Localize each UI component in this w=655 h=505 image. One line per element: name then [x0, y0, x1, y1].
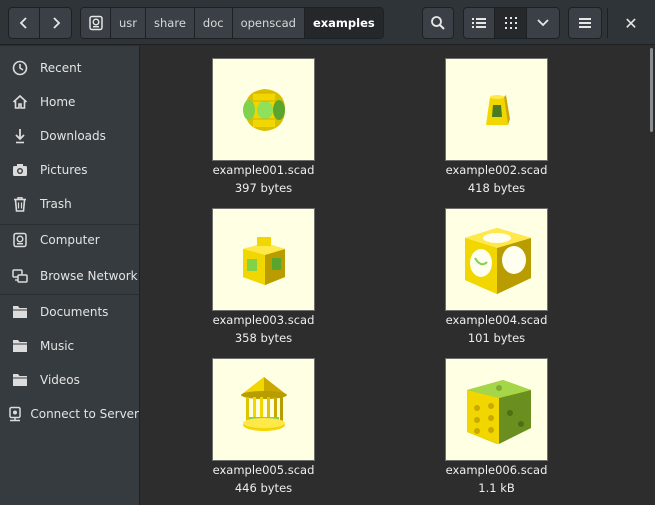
sidebar-item-documents[interactable]: Documents: [0, 298, 139, 326]
file-size: 358 bytes: [234, 331, 293, 345]
sidebar-item-label: Downloads: [40, 129, 106, 143]
file-item[interactable]: example006.scad 1.1 kB: [415, 346, 565, 495]
sidebar-item-music[interactable]: Music: [0, 332, 139, 360]
file-name: example001.scad: [212, 163, 315, 177]
folder-icon: [13, 340, 27, 352]
sidebar-item-label: Music: [40, 339, 75, 353]
file-item[interactable]: example004.scad 101 bytes: [415, 196, 565, 345]
breadcrumb-share[interactable]: share: [146, 8, 195, 38]
sidebar-item-label: Videos: [40, 373, 80, 387]
drive-icon: [13, 232, 27, 248]
file-thumbnail: [445, 358, 548, 461]
file-size: 101 bytes: [467, 331, 526, 345]
sidebar-item-label: Computer: [40, 233, 100, 247]
breadcrumb-usr[interactable]: usr: [111, 8, 147, 38]
list-view-button[interactable]: [463, 7, 495, 39]
breadcrumb-doc[interactable]: doc: [194, 8, 233, 38]
grid-view-icon: [504, 17, 517, 29]
search-button[interactable]: [422, 7, 454, 39]
file-item[interactable]: example005.scad 446 bytes: [182, 346, 332, 495]
sidebar-item-connect-to-server[interactable]: Connect to Server: [0, 400, 139, 428]
server-icon: [9, 406, 21, 422]
sidebar-item-label: Trash: [40, 197, 72, 211]
chevron-left-icon: [19, 17, 27, 29]
file-name: example002.scad: [445, 163, 548, 177]
file-name: example004.scad: [445, 313, 548, 327]
drive-icon: [88, 15, 103, 31]
file-size: 397 bytes: [234, 181, 293, 195]
grid-view-button[interactable]: [494, 7, 527, 39]
file-manager-window: usr share doc openscad examples ✕ Recent…: [0, 0, 655, 505]
forward-button[interactable]: [39, 7, 72, 39]
file-thumbnail: [212, 208, 315, 311]
sidebar-item-home[interactable]: Home: [0, 88, 139, 116]
sidebar-item-label: Connect to Server: [30, 407, 139, 421]
camera-icon: [13, 164, 27, 176]
sidebar-item-trash[interactable]: Trash: [0, 190, 139, 218]
download-icon: [15, 129, 25, 144]
scrollbar[interactable]: [650, 48, 653, 132]
hamburger-menu-icon: [579, 18, 591, 28]
header-bar: usr share doc openscad examples ✕: [0, 0, 655, 45]
folder-icon: [13, 306, 27, 318]
home-icon: [12, 94, 28, 109]
model-preview-icon: [240, 376, 287, 431]
breadcrumb: usr share doc openscad examples: [80, 7, 384, 39]
trash-icon: [14, 197, 26, 212]
file-thumbnail: [445, 208, 548, 311]
file-item[interactable]: example001.scad 397 bytes: [182, 46, 332, 195]
model-preview-icon: [485, 94, 510, 125]
model-preview-icon: [464, 227, 531, 294]
file-item[interactable]: example003.scad 358 bytes: [182, 196, 332, 345]
sidebar-item-label: Recent: [40, 61, 82, 75]
sidebar-item-computer[interactable]: Computer: [0, 226, 139, 254]
file-thumbnail: [212, 358, 315, 461]
file-size: 446 bytes: [234, 481, 293, 495]
model-preview-icon: [242, 88, 285, 131]
sidebar-item-pictures[interactable]: Pictures: [0, 156, 139, 184]
close-icon: ✕: [624, 13, 638, 33]
search-icon: [431, 16, 445, 30]
list-view-icon: [472, 18, 486, 28]
file-name: example003.scad: [212, 313, 315, 327]
file-thumbnail: [212, 58, 315, 161]
breadcrumb-root[interactable]: [81, 8, 111, 38]
sidebar-item-downloads[interactable]: Downloads: [0, 122, 139, 150]
sidebar-item-label: Browse Network: [40, 269, 138, 283]
file-size: 1.1 kB: [478, 481, 515, 495]
model-preview-icon: [242, 236, 285, 285]
file-name: example005.scad: [212, 463, 315, 477]
file-size: 418 bytes: [467, 181, 526, 195]
file-thumbnail: [445, 58, 548, 161]
close-button[interactable]: ✕: [618, 10, 644, 36]
chevron-right-icon: [52, 17, 60, 29]
back-button[interactable]: [8, 7, 40, 39]
sidebar-item-videos[interactable]: Videos: [0, 366, 139, 394]
chevron-down-icon: [537, 19, 549, 27]
view-options-button[interactable]: [526, 7, 560, 39]
model-preview-icon: [466, 379, 531, 444]
sidebar-separator: [0, 224, 139, 225]
sidebar-item-label: Home: [40, 95, 76, 109]
file-grid: example001.scad 397 bytes example002.sca…: [141, 46, 655, 505]
app-menu-button[interactable]: [568, 7, 602, 39]
clock-icon: [12, 60, 28, 76]
breadcrumb-openscad[interactable]: openscad: [232, 8, 305, 38]
sidebar-item-browse-network[interactable]: Browse Network: [0, 262, 139, 290]
sidebar-item-recent[interactable]: Recent: [0, 54, 139, 82]
folder-icon: [13, 374, 27, 386]
network-icon: [12, 269, 28, 283]
sidebar-item-label: Documents: [40, 305, 109, 319]
file-name: example006.scad: [445, 463, 548, 477]
file-item[interactable]: example002.scad 418 bytes: [415, 46, 565, 195]
sidebar: Recent Home Downloads Pictures Trash Com…: [0, 46, 140, 505]
header-separator: [607, 8, 608, 38]
breadcrumb-examples[interactable]: examples: [304, 8, 383, 38]
sidebar-separator: [0, 294, 139, 295]
sidebar-item-label: Pictures: [40, 163, 88, 177]
